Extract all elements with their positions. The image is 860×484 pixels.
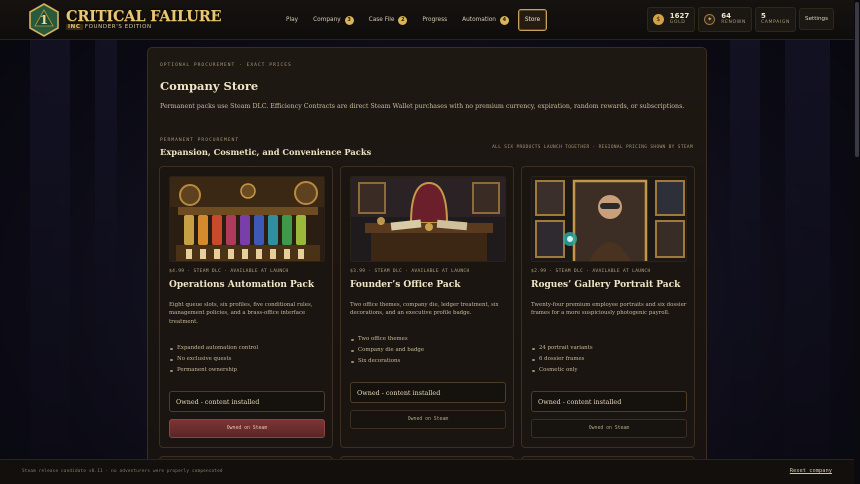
- section-title: Expansion, Cosmetic, and Convenience Pac…: [160, 147, 372, 157]
- campaign-stat: 5 CAMPAIGN: [754, 7, 797, 32]
- nav-case-file-label: Case File: [368, 17, 395, 23]
- product-meta: $3.99 · STEAM DLC · AVAILABLE AT LAUNCH: [350, 269, 470, 274]
- footer-bar: Steam release candidate v0.11 · no adven…: [0, 459, 860, 484]
- nav-case-file[interactable]: Case File 2: [363, 9, 414, 31]
- section-kicker: PERMANENT PROCUREMENT: [160, 138, 240, 143]
- settings-button[interactable]: Settings: [799, 8, 834, 30]
- nav-company-badge: 3: [344, 15, 354, 25]
- product-card-founders-office: $3.99 · STEAM DLC · AVAILABLE AT LAUNCH …: [340, 166, 514, 448]
- list-item: No exclusive quests: [169, 354, 258, 365]
- product-title: Founder’s Office Pack: [350, 280, 461, 290]
- automation-pack-image: [169, 176, 325, 262]
- list-item: 6 dossier frames: [531, 354, 593, 365]
- die-number: 1: [40, 13, 48, 27]
- main-nav: Play Company 3 Case File 2 Progress Automa…: [280, 9, 550, 31]
- founders-office-pack-image: [350, 176, 506, 262]
- gold-coin-icon: $: [652, 14, 664, 25]
- store-panel: OPTIONAL PROCUREMENT · EXACT PRICES Comp…: [147, 47, 707, 467]
- resource-stats: $ 1627 GOLD ✦ 64 RENOWN 5 CAMPAIGN Setti…: [646, 7, 834, 32]
- nav-store[interactable]: Store: [517, 9, 548, 31]
- ownership-status: Owned - content installed: [531, 391, 687, 412]
- renown-star-icon: ✦: [704, 14, 716, 25]
- product-card-automation: $4.99 · STEAM DLC · AVAILABLE AT LAUNCH …: [159, 166, 333, 448]
- list-item: 24 portrait variants: [531, 343, 593, 354]
- nav-store-label: Store: [524, 17, 541, 23]
- nav-play[interactable]: Play: [280, 9, 304, 31]
- rogues-gallery-pack-image: [531, 176, 687, 262]
- store-kicker: OPTIONAL PROCUREMENT · EXACT PRICES: [160, 63, 292, 68]
- product-card-rogues-gallery: $2.99 · STEAM DLC · AVAILABLE AT LAUNCH …: [521, 166, 695, 448]
- product-description: Two office themes, company die, ledger t…: [350, 302, 499, 317]
- product-description: Twenty-four premium employee portraits a…: [531, 302, 687, 317]
- nav-progress[interactable]: Progress: [416, 9, 453, 31]
- ownership-status: Owned - content installed: [169, 391, 325, 412]
- logo-subtitle-prefix: INC: [66, 24, 83, 30]
- feature-list: Two office themes Company die and badge …: [350, 334, 424, 367]
- nav-automation-label: Automation: [462, 17, 496, 23]
- nav-company[interactable]: Company 3: [307, 9, 360, 31]
- nav-progress-label: Progress: [422, 17, 448, 23]
- feature-list: 24 portrait variants 6 dossier frames Co…: [531, 343, 593, 376]
- section-note: ALL SIX PRODUCTS LAUNCH TOGETHER · REGIO…: [492, 145, 693, 150]
- logo-subtitle-text: FOUNDER'S EDITION: [84, 24, 152, 30]
- product-title: Rogues’ Gallery Portrait Pack: [531, 280, 681, 290]
- product-title: Operations Automation Pack: [169, 280, 315, 290]
- nav-play-label: Play: [286, 17, 299, 23]
- list-item: Six decorations: [350, 356, 424, 367]
- nav-company-label: Company: [313, 17, 341, 23]
- list-item: Permanent ownership: [169, 365, 258, 376]
- nav-automation[interactable]: Automation 4: [456, 9, 515, 31]
- nav-case-file-badge: 2: [398, 15, 408, 25]
- logo-title: CRITICAL FAILURE: [66, 7, 222, 25]
- product-description: Eight queue slots, six profiles, five co…: [169, 302, 313, 325]
- build-note: Steam release candidate v0.11 · no adven…: [22, 469, 223, 474]
- reset-company-link[interactable]: Reset company: [790, 468, 832, 474]
- owned-on-steam-button[interactable]: Owned on Steam: [531, 419, 687, 438]
- gold-label: GOLD: [669, 19, 686, 25]
- product-cards: $4.99 · STEAM DLC · AVAILABLE AT LAUNCH …: [159, 166, 695, 448]
- renown-stat: ✦ 64 RENOWN: [698, 7, 752, 32]
- list-item: Expanded automation control: [169, 343, 258, 354]
- campaign-label: CAMPAIGN: [760, 19, 791, 25]
- list-item: Two office themes: [350, 334, 424, 345]
- logo-subtitle: INC FOUNDER'S EDITION: [66, 24, 221, 31]
- ownership-status: Owned - content installed: [350, 382, 506, 403]
- owned-on-steam-button[interactable]: Owned on Steam: [350, 410, 506, 429]
- scrollbar-thumb[interactable]: [855, 2, 859, 157]
- game-logo[interactable]: 1 CRITICAL FAILURE INC FOUNDER'S EDITION: [26, 2, 222, 38]
- page-scrollbar[interactable]: [854, 0, 860, 484]
- top-navigation-bar: 1 CRITICAL FAILURE INC FOUNDER'S EDITION…: [0, 0, 860, 40]
- list-item: Company die and badge: [350, 345, 424, 356]
- renown-label: RENOWN: [721, 19, 746, 25]
- store-description: Permanent packs use Steam DLC. Efficienc…: [160, 103, 685, 110]
- page-title: Company Store: [160, 79, 259, 93]
- feature-list: Expanded automation control No exclusive…: [169, 343, 258, 376]
- nav-automation-badge: 4: [499, 15, 509, 25]
- list-item: Cosmetic only: [531, 365, 593, 376]
- product-meta: $2.99 · STEAM DLC · AVAILABLE AT LAUNCH: [531, 269, 651, 274]
- owned-on-steam-button[interactable]: Owned on Steam: [169, 419, 325, 438]
- gold-stat: $ 1627 GOLD: [646, 7, 696, 32]
- d20-die-icon: 1: [26, 2, 62, 38]
- product-meta: $4.99 · STEAM DLC · AVAILABLE AT LAUNCH: [169, 269, 289, 274]
